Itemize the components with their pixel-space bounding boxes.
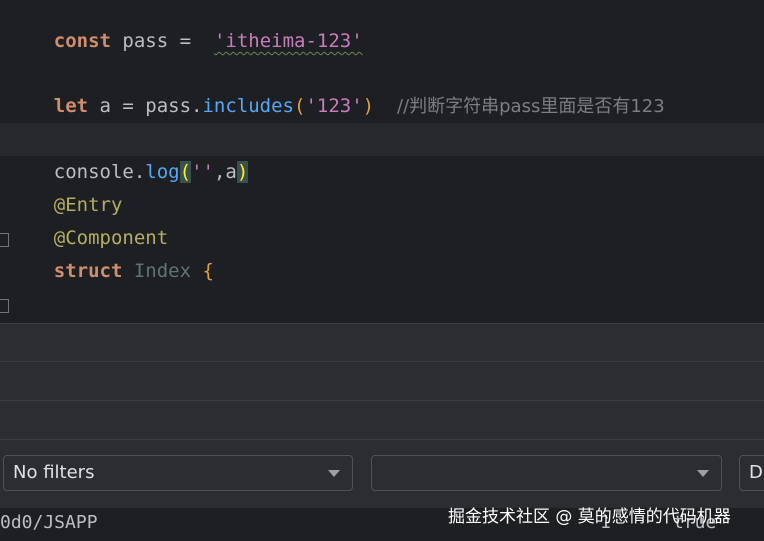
filter-dropdown[interactable]: No filters (3, 455, 353, 491)
code-line-2[interactable]: let a = pass.includes('123') //判断字符串pass… (8, 57, 665, 117)
fold-marker-icon[interactable] (0, 299, 9, 313)
third-dropdown-value: D (749, 462, 763, 483)
third-dropdown[interactable]: D (739, 455, 764, 491)
string-123: '123' (305, 95, 363, 117)
empty-string: '' (191, 161, 214, 183)
brace-open: { (202, 260, 214, 282)
paren-close-highlight: ) (236, 161, 249, 183)
code-line-5[interactable]: @Component (8, 189, 168, 249)
method-includes: includes (202, 95, 294, 117)
keyword-let: let (53, 95, 89, 117)
panel-header-band (0, 324, 764, 361)
code-line-4[interactable]: @Entry (8, 156, 123, 216)
comma-arg: ,a (213, 161, 237, 183)
watermark-text: 掘金技术社区 @ 莫的感情的代码机器 (448, 507, 731, 527)
code-line-6[interactable]: struct Index { (8, 222, 214, 282)
secondary-dropdown[interactable] (371, 455, 722, 491)
log-filter-bar: No filters D (0, 440, 764, 508)
log-tag: 0d0/JSAPP (0, 512, 98, 533)
code-line-7[interactable]: build() { (32, 288, 181, 321)
code-line-3[interactable]: console.log('',a) (8, 123, 249, 183)
chevron-down-icon (328, 470, 340, 477)
code-editor[interactable]: const pass = 'itheima-123' let a = pass.… (0, 0, 764, 323)
paren-open: ( (294, 95, 306, 117)
code-line-1[interactable]: const pass = 'itheima-123' (8, 0, 363, 52)
keyword-const: const (53, 30, 111, 52)
filter-dropdown-value: No filters (13, 462, 95, 483)
string-literal: 'itheima-123' (213, 30, 363, 52)
comment: //判断字符串pass里面是否有123 (397, 96, 665, 117)
identifier-assign: a = pass. (88, 95, 203, 117)
paren-open-highlight: ( (179, 161, 192, 183)
method-log: log (145, 161, 180, 183)
class-name: Index (133, 260, 192, 282)
panel-tabs-band (0, 401, 764, 439)
panel-toolbar-band (0, 362, 764, 400)
keyword-struct: struct (53, 260, 123, 282)
paren-close: ) (362, 95, 375, 117)
operator: = (179, 30, 192, 52)
chevron-down-icon (697, 470, 709, 477)
identifier-pass: pass (110, 30, 180, 52)
